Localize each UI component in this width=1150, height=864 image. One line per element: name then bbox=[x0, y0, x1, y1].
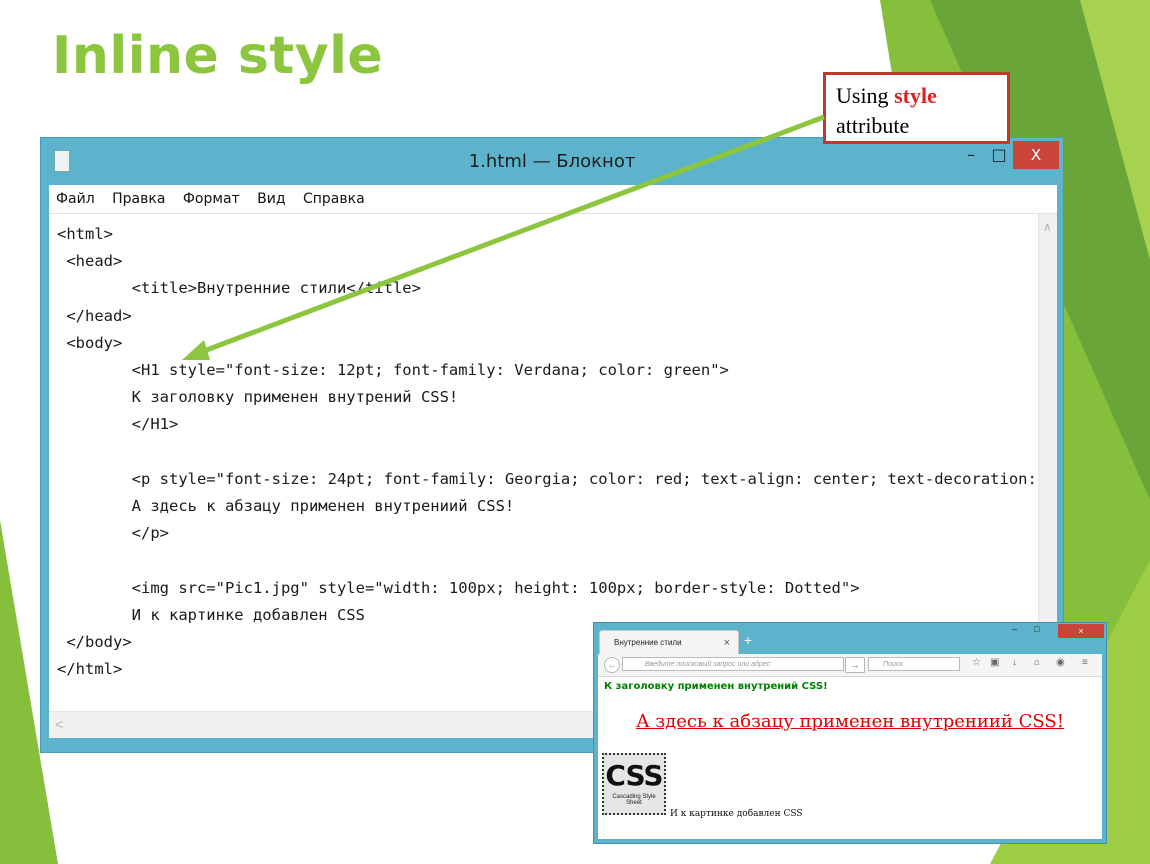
callout-keyword: style bbox=[894, 83, 937, 108]
code-line: <html> bbox=[57, 225, 113, 243]
notepad-titlebar[interactable]: 1.html — Блокнот – □ X bbox=[41, 138, 1063, 184]
callout-box: Using style attribute bbox=[823, 72, 1010, 144]
bookmark-star-icon[interactable]: ☆ bbox=[972, 657, 981, 668]
search-input[interactable]: Поиск bbox=[868, 657, 960, 671]
download-icon[interactable]: ↓ bbox=[1012, 657, 1017, 668]
slide-title: Inline style bbox=[52, 26, 384, 86]
notepad-menubar: Файл Правка Формат Вид Справка bbox=[49, 185, 1057, 214]
code-line: <title>Внутренние стили</title> bbox=[57, 279, 421, 298]
scroll-up-icon[interactable]: ∧ bbox=[1043, 220, 1052, 234]
code-line: </H1> bbox=[57, 415, 179, 434]
rendered-paragraph: А здесь к абзацу применен внутрениий CSS… bbox=[636, 711, 1064, 732]
rendered-image-caption: И к картинке добавлен CSS bbox=[670, 809, 803, 819]
back-arrow-icon[interactable]: ← bbox=[604, 657, 620, 673]
code-line: </body> bbox=[57, 633, 132, 652]
clipboard-icon[interactable]: ▣ bbox=[990, 657, 999, 668]
menu-format[interactable]: Формат bbox=[183, 191, 240, 207]
css-logo-image: CSS Cascading Style Sheet bbox=[602, 753, 666, 815]
callout-prefix: Using bbox=[836, 83, 895, 108]
tab-title: Внутренние стили bbox=[614, 638, 682, 647]
menu-help[interactable]: Справка bbox=[303, 191, 365, 207]
callout-suffix: attribute bbox=[836, 113, 910, 138]
browser-window: Внутренние стили × + – □ × ← Введите пои… bbox=[593, 622, 1107, 844]
menu-edit[interactable]: Правка bbox=[112, 191, 165, 207]
close-button[interactable]: X bbox=[1013, 141, 1059, 169]
scroll-left-icon[interactable]: < bbox=[55, 716, 63, 732]
browser-maximize-button[interactable]: □ bbox=[1034, 624, 1039, 634]
maximize-button[interactable]: □ bbox=[987, 141, 1011, 171]
browser-close-button[interactable]: × bbox=[1058, 624, 1104, 638]
notepad-title: 1.html — Блокнот bbox=[468, 151, 636, 172]
new-tab-button[interactable]: + bbox=[744, 632, 752, 648]
address-bar[interactable]: Введите поисковый запрос или адрес bbox=[622, 657, 844, 671]
code-text[interactable]: <html> <head> <title>Внутренние стили</t… bbox=[57, 221, 1057, 683]
code-line: </p> bbox=[57, 524, 169, 543]
css-logo-text: CSS bbox=[605, 759, 663, 792]
menu-file[interactable]: Файл bbox=[56, 191, 95, 207]
code-line: И к картинке добавлен CSS bbox=[57, 605, 365, 624]
home-icon[interactable]: ⌂ bbox=[1034, 657, 1040, 668]
code-line: К заголовку применен внутрений CSS! bbox=[57, 388, 459, 407]
code-line: <body> bbox=[57, 333, 123, 352]
code-line: <p style="font-size: 24pt; font-family: … bbox=[57, 469, 1057, 488]
code-line: </html> bbox=[57, 660, 123, 679]
code-line: <head> bbox=[57, 252, 123, 271]
browser-toolbar: ← Введите поисковый запрос или адрес → П… bbox=[598, 654, 1102, 677]
pocket-icon[interactable]: ◉ bbox=[1056, 657, 1065, 668]
browser-viewport: К заголовку применен внутрений CSS! А зд… bbox=[598, 677, 1102, 839]
menu-hamburger-icon[interactable]: ≡ bbox=[1082, 657, 1088, 668]
go-arrow-icon[interactable]: → bbox=[845, 657, 865, 673]
css-logo-subtitle: Cascading Style Sheet bbox=[612, 794, 656, 806]
menu-view[interactable]: Вид bbox=[257, 191, 285, 207]
code-line: <H1 style="font-size: 12pt; font-family:… bbox=[57, 361, 729, 380]
browser-minimize-button[interactable]: – bbox=[1012, 624, 1017, 634]
tab-close-icon[interactable]: × bbox=[724, 631, 730, 655]
code-line: А здесь к абзацу применен внутрениий CSS… bbox=[57, 497, 515, 516]
code-line: </head> bbox=[57, 306, 132, 325]
rendered-heading: К заголовку применен внутрений CSS! bbox=[604, 681, 828, 692]
minimize-button[interactable]: – bbox=[959, 141, 983, 171]
code-line: <img src="Pic1.jpg" style="width: 100px;… bbox=[57, 578, 860, 597]
browser-tab[interactable]: Внутренние стили × bbox=[599, 630, 739, 654]
